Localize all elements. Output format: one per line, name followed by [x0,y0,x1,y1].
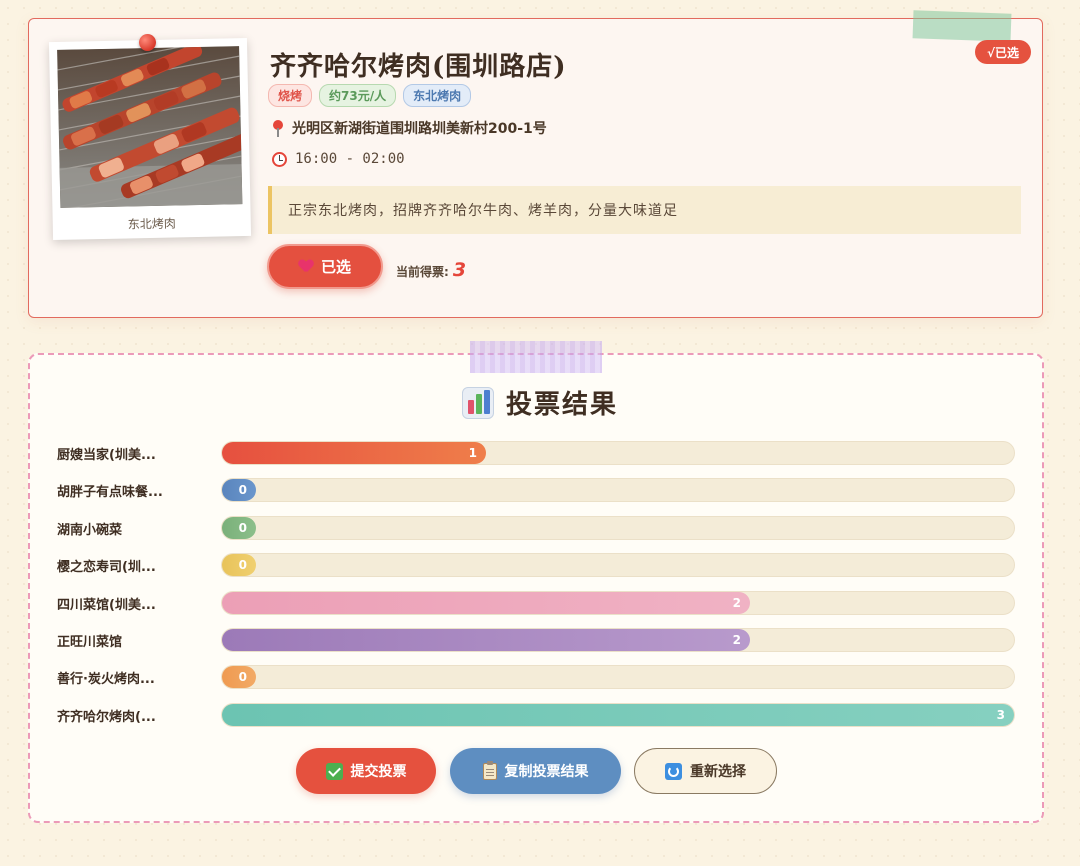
submit-vote-button[interactable]: 提交投票 [296,748,436,794]
result-bar-fill: 0 [222,554,256,576]
address-text: 光明区新湖街道围圳路圳美新村200-1号 [292,121,547,137]
result-row: 善行·炭火烤肉... 0 [57,665,1017,689]
result-bar-fill: 0 [222,479,256,501]
location-pin-icon [272,119,284,137]
result-bar-track: 0 [221,665,1015,689]
result-bar-track: 0 [221,478,1015,502]
refresh-icon [665,762,682,780]
current-votes-count: 3 [452,259,467,281]
result-bar-track: 0 [221,553,1015,577]
result-row: 齐齐哈尔烤肉(... 3 [57,703,1017,727]
hours-row: 16:00 - 02:00 [272,151,405,167]
current-votes-label: 当前得票: [396,265,449,279]
result-bar-track: 3 [221,703,1015,727]
result-vote-count: 0 [238,483,247,497]
reset-selection-label: 重新选择 [690,764,746,780]
result-restaurant-name: 四川菜馆(圳美... [57,598,156,613]
result-bar-fill: 1 [222,442,486,464]
result-bar-track: 0 [221,516,1015,540]
result-restaurant-name: 正旺川菜馆 [57,635,123,650]
restaurant-description: 正宗东北烤肉，招牌齐齐哈尔牛肉、烤羊肉，分量大味道足 [268,186,1021,234]
pushpin-icon [139,34,156,51]
copy-results-button[interactable]: 复制投票结果 [450,748,621,794]
result-vote-count: 2 [732,633,741,647]
tag-category: 烧烤 [268,84,313,107]
current-votes: 当前得票: 3 [396,259,466,281]
restaurant-name: 齐齐哈尔烤肉(围圳路店) [270,52,567,82]
result-restaurant-name: 齐齐哈尔烤肉(... [57,710,156,725]
decorative-tape [470,341,602,373]
result-bar-track: 1 [221,441,1015,465]
result-row: 正旺川菜馆 2 [57,628,1017,652]
alarm-clock-icon [272,151,287,167]
result-restaurant-name: 樱之恋寿司(圳... [57,560,156,575]
hours-text: 16:00 - 02:00 [295,151,405,167]
heart-icon [299,260,313,273]
result-restaurant-name: 厨嫂当家(圳美... [57,448,156,463]
copy-results-label: 复制投票结果 [504,764,589,780]
reset-selection-button[interactable]: 重新选择 [634,748,777,794]
address-row: 光明区新湖街道围圳路圳美新村200-1号 [272,118,547,138]
photo-caption: 东北烤肉 [127,216,176,232]
selected-badge: √已选 [975,40,1031,64]
result-restaurant-name: 善行·炭火烤肉... [57,672,155,687]
submit-vote-label: 提交投票 [350,764,407,780]
result-bar-fill: 0 [222,517,256,539]
result-bar-track: 2 [221,591,1015,615]
result-row: 樱之恋寿司(圳... 0 [57,553,1017,577]
restaurant-photo [57,46,243,208]
result-bar-fill: 2 [222,592,750,614]
result-vote-count: 2 [732,596,741,610]
result-row: 四川菜馆(圳美... 2 [57,591,1017,615]
restaurant-photo-frame: 东北烤肉 [48,37,252,241]
result-vote-count: 0 [238,670,247,684]
tag-price: 约73元/人 [319,84,397,107]
result-row: 胡胖子有点味餐... 0 [57,478,1017,502]
results-heading: 投票结果 [0,384,1080,421]
action-bar: 提交投票 复制投票结果 重新选择 [0,748,1080,794]
result-vote-count: 1 [468,446,477,460]
result-bar-fill: 3 [222,704,1014,726]
result-row: 湖南小碗菜 0 [57,516,1017,540]
result-bar-fill: 2 [222,629,750,651]
decorative-tape [912,10,1012,42]
check-icon [325,762,343,780]
clipboard-icon [482,760,497,780]
result-row: 厨嫂当家(圳美... 1 [57,441,1017,465]
tag-cuisine: 东北烤肉 [403,84,472,107]
restaurant-tags: 烧烤 约73元/人 东北烤肉 [268,84,472,107]
result-bar-fill: 0 [222,666,256,688]
result-restaurant-name: 胡胖子有点味餐... [57,485,163,500]
result-bar-track: 2 [221,628,1015,652]
results-title: 投票结果 [505,390,618,420]
vote-button-label: 已选 [320,258,351,276]
vote-button[interactable]: 已选 [267,244,383,289]
selected-badge-label: √已选 [986,45,1019,60]
result-vote-count: 0 [238,521,247,535]
bar-chart-icon [461,386,494,419]
result-vote-count: 0 [238,558,247,572]
result-vote-count: 3 [996,708,1005,722]
result-restaurant-name: 湖南小碗菜 [57,523,123,538]
